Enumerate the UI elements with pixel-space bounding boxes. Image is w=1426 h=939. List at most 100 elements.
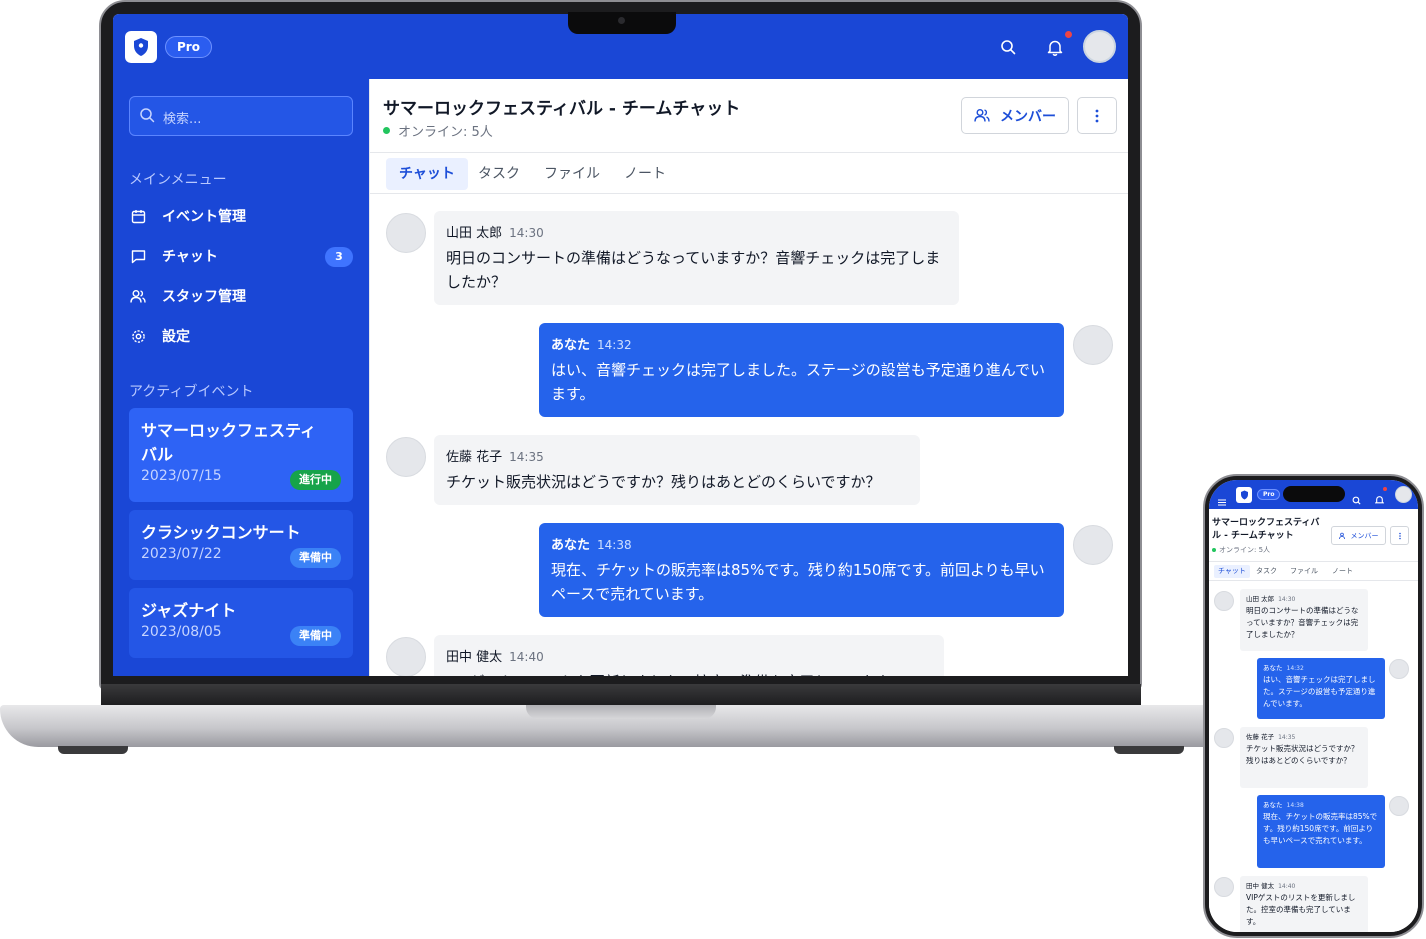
members-button-label: メンバー [1000,108,1056,125]
chat-icon [129,247,147,265]
users-icon [974,108,990,123]
more-vertical-icon [1095,109,1099,122]
avatar [1214,877,1234,897]
members-button[interactable]: メンバー [1331,526,1386,545]
message-author: あなた [1263,801,1283,809]
status-badge: 準備中 [290,548,341,568]
user-avatar[interactable] [1395,486,1412,503]
event-card-jazz-night[interactable]: ジャズナイト 2023/08/05 準備中 [129,588,353,658]
message-time: 14:38 [597,538,632,552]
notification-dot [1065,31,1072,38]
camera-icon [618,17,625,24]
shield-logo-icon[interactable] [1236,487,1252,503]
bell-icon[interactable] [1374,490,1385,509]
message-text: チケット販売状況はどうですか？残りはあとどのくらいですか？ [1246,744,1359,765]
message-text: 現在、チケットの販売率は85%です。残り約150席です。前回よりも早いペースで売… [551,561,1045,603]
message-list: 山田 太郎 14:30 明日のコンサートの準備はどうなっていますか？音響チェックは… [370,195,1128,676]
laptop-base-notch [526,705,716,719]
message-time: 14:30 [509,226,544,240]
message-list: 山田 太郎 14:30 明日のコンサートの準備はどうなっていますか？音響チェックは… [1209,582,1418,932]
event-card-classic-concert[interactable]: クラシックコンサート 2023/07/22 準備中 [129,510,353,580]
laptop-foot-left [58,746,128,754]
message-author: 田中 健太 [446,650,503,665]
message-author: あなた [1263,664,1283,672]
message-text: はい、音響チェックは完了しました。ステージの設営も予定通り進んでいます。 [1263,675,1376,708]
more-options-button[interactable] [1390,526,1409,545]
sidebar-item-label: スタッフ管理 [162,289,246,305]
laptop-screen: Pro 検索... メインメニュー イベント管理 チャット 3 スタッフ管理 設… [113,14,1128,676]
search-icon[interactable] [997,36,1019,58]
plan-badge: Pro [1257,489,1281,500]
message-incoming: 山田 太郎 14:30 明日のコンサートの準備はどうなっていますか？音響チェックは… [434,211,959,305]
sidebar-item-events[interactable]: イベント管理 [129,199,353,233]
message-text: VIPゲストのリストを更新しました。控室の準備も完了しています。 [446,670,932,676]
avatar [386,437,426,477]
laptop-foot-right [1114,746,1184,754]
phone-screen: Pro サマーロックフェスティバル - チームチャット オンライン: 5人 メン… [1209,480,1418,932]
message-time: 14:38 [1286,802,1304,809]
bell-icon[interactable] [1044,36,1066,58]
message-time: 14:35 [1278,734,1296,741]
users-icon [129,287,147,305]
message-author: 佐藤 花子 [446,450,503,465]
active-events-label: アクティブイベント [129,384,254,400]
sidebar-item-label: チャット [162,249,218,265]
shield-logo-icon[interactable] [125,31,157,63]
search-icon[interactable] [1352,490,1361,509]
online-dot-icon [1212,548,1216,552]
sidebar: 検索... メインメニュー イベント管理 チャット 3 スタッフ管理 設定 アク… [113,79,369,676]
sidebar-item-staff[interactable]: スタッフ管理 [129,279,353,313]
avatar [1214,728,1234,748]
tab-notes[interactable]: ノート [1328,565,1357,578]
message-author: 佐藤 花子 [1246,733,1275,741]
search-input[interactable]: 検索... [129,96,353,136]
chat-tabs: チャット タスク ファイル ノート [370,152,1128,194]
sidebar-item-chat[interactable]: チャット 3 [129,239,353,273]
online-count: オンライン: 5人 [1219,546,1271,554]
tab-chat[interactable]: チャット [386,158,468,190]
laptop-hinge [101,684,1141,706]
avatar [1389,659,1409,679]
message-time: 14:30 [1278,596,1296,603]
message-outgoing: あなた 14:32 はい、音響チェックは完了しました。ステージの設営も予定通り進ん… [539,323,1064,417]
online-dot-icon [383,127,390,134]
message-time: 14:35 [509,450,544,464]
tab-tasks[interactable]: タスク [465,158,533,190]
tab-notes[interactable]: ノート [611,158,679,190]
event-name: クラシックコンサート [141,523,301,542]
message-incoming: 山田 太郎 14:30 明日のコンサートの準備はどうなっていますか？音響チェックは… [1240,589,1368,651]
gear-icon [129,327,147,345]
more-vertical-icon [1398,532,1401,539]
menu-icon[interactable] [1218,491,1226,510]
message-author: あなた [551,538,591,553]
message-author: あなた [551,338,591,353]
avatar [1073,525,1113,565]
tab-tasks[interactable]: タスク [1252,565,1281,578]
message-text: 明日のコンサートの準備はどうなっていますか？音響チェックは完了しましたか？ [1246,606,1359,639]
more-options-button[interactable] [1077,97,1117,134]
tab-chat[interactable]: チャット [1214,565,1250,578]
avatar [386,637,426,676]
message-incoming: 田中 健太14:40 VIPゲストのリストを更新しました。控室の準備も完了してい… [1240,876,1368,932]
message-text: はい、音響チェックは完了しました。ステージの設営も予定通り進んでいます。 [551,361,1045,403]
plan-badge: Pro [165,36,212,58]
event-card-summer-rock[interactable]: サマーロックフェスティバル 2023/07/15 進行中 [129,408,353,502]
users-icon [1338,532,1347,540]
message-text: チケット販売状況はどうですか？残りはあとどのくらいですか？ [446,473,881,491]
user-avatar[interactable] [1083,30,1116,63]
sidebar-item-settings[interactable]: 設定 [129,319,353,353]
members-button[interactable]: メンバー [961,97,1069,134]
online-status: オンライン: 5人 [383,121,493,140]
status-badge: 準備中 [290,626,341,646]
tab-files[interactable]: ファイル [531,158,613,190]
tab-files[interactable]: ファイル [1286,565,1322,578]
sidebar-item-label: イベント管理 [162,209,246,225]
message-author: 田中 健太 [1246,882,1275,890]
message-text: VIPゲストのリストを更新しました。控室の準備も完了しています。 [1246,893,1356,926]
message-text: 明日のコンサートの準備はどうなっていますか？音響チェックは完了しましたか？ [446,249,941,291]
message-outgoing: あなた 14:38 現在、チケットの販売率は85%です。残り約150席です。前回よ… [539,523,1064,617]
search-icon [139,107,155,127]
message-text: 現在、チケットの販売率は85%です。残り約150席です。前回よりも早いペースで売… [1263,812,1378,845]
status-badge: 進行中 [290,470,341,490]
avatar [1389,796,1409,816]
